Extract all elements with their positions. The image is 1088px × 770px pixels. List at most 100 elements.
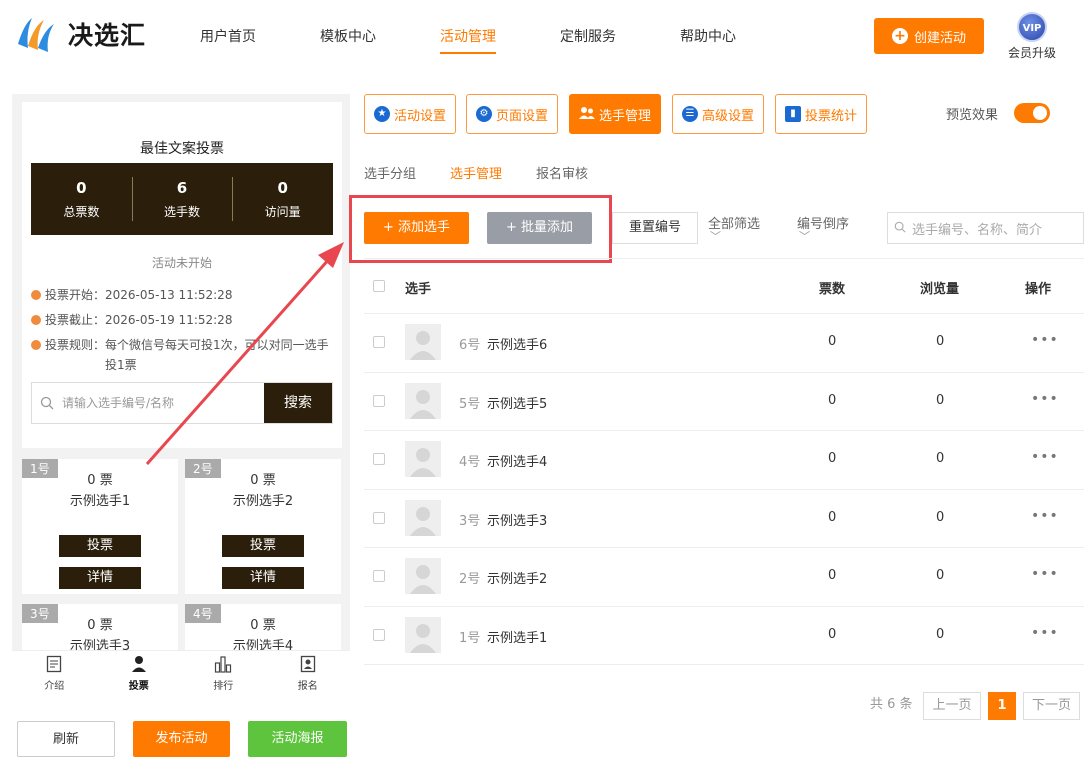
preview-toggle-switch[interactable] [1014,103,1050,123]
vip-upgrade[interactable]: VIP 会员升级 [1006,12,1058,61]
nav-home[interactable]: 用户首页 [200,26,256,54]
vote-count: 0 [828,334,837,349]
card-number: 1号 [22,459,58,478]
stat-value: 6 [176,179,188,197]
view-count: 0 [936,451,945,466]
more-actions-icon[interactable]: ••• [1031,508,1059,524]
more-actions-icon[interactable]: ••• [1031,566,1059,582]
row-checkbox[interactable] [373,570,385,582]
main-nav: 用户首页 模板中心 活动管理 定制服务 帮助中心 [200,26,800,54]
nav-templates[interactable]: 模板中心 [320,26,376,54]
filter-dropdown[interactable]: 全部筛选 ﹀ [708,213,760,242]
vote-count: 0 [828,392,837,408]
top-header: 决选汇 用户首页 模板中心 活动管理 定制服务 帮助中心 + 创建活动 VIP … [0,0,1088,72]
advanced-settings-button[interactable]: ☰ 高级设置 [672,94,764,134]
more-actions-icon[interactable]: ••• [1031,625,1059,641]
next-page-button[interactable]: 下一页 [1023,692,1080,720]
search-placeholder: 选手编号、名称、简介 [912,222,1043,238]
contestant-no: 2号 [459,572,481,587]
tab-signup[interactable]: 报名 [266,651,351,698]
stat-label: 访问量 [264,205,301,219]
select-all-checkbox[interactable] [373,280,385,292]
subtab-contestants[interactable]: 选手管理 [450,163,502,182]
more-actions-icon[interactable]: ••• [1031,332,1059,348]
contestant-name[interactable]: 示例选手6 [487,334,547,353]
tab-label: 投票 [128,681,149,692]
view-count: 0 [936,509,945,525]
preview-search-input[interactable]: 请输入选手编号/名称 [62,383,264,423]
poster-button[interactable]: 活动海报 [248,721,347,757]
nav-activity-manage[interactable]: 活动管理 [440,26,496,54]
stat-label: 选手数 [164,205,201,219]
vote-count: 0 [828,626,837,642]
logo-text: 决选汇 [68,21,147,50]
detail-button[interactable]: 详情 [222,567,304,589]
tab-ranking[interactable]: 排行 [181,651,266,698]
vote-stats-button[interactable]: ▮ 投票统计 [775,94,867,134]
card-name: 示例选手1 [69,494,131,509]
batch-add-button[interactable]: + 批量添加 [487,212,592,244]
preview-title: 最佳文案投票 [140,141,224,157]
contestant-card[interactable]: 2号 0 票 示例选手2 投票 详情 [185,459,341,594]
prev-page-button[interactable]: 上一页 [923,692,981,720]
chevron-down-icon: ﹀ [710,230,721,243]
more-actions-icon[interactable]: ••• [1031,449,1059,465]
nav-custom-service[interactable]: 定制服务 [560,26,616,54]
contestant-name[interactable]: 示例选手2 [487,568,547,587]
row-checkbox[interactable] [373,628,385,641]
star-icon: ★ [373,106,390,122]
avatar [405,499,441,536]
contestant-search-input[interactable]: 选手编号、名称、简介 [887,212,1084,244]
contestant-card[interactable]: 3号 0 票 示例选手3 [22,604,178,654]
contestant-card[interactable]: 1号 0 票 示例选手1 投票 详情 [22,459,178,594]
row-checkbox[interactable] [373,336,385,348]
pagination-total: 共 6 条 [870,697,913,712]
toolbar-label: 页面设置 [495,108,548,124]
start-time: 投票开始：2026-05-13 11:52:28 [45,288,233,302]
contestant-name[interactable]: 示例选手1 [487,627,547,646]
add-contestant-label: 添加选手 [398,220,451,235]
contestant-name[interactable]: 示例选手4 [487,451,547,470]
contestant-card[interactable]: 4号 0 票 示例选手4 [185,604,341,654]
logo-icon [14,14,58,54]
stat-contestants: 6 选手数 [131,163,233,235]
rule-line-2: 投1票 [105,358,137,372]
tab-vote[interactable]: 投票 [97,651,182,698]
badge-icon [266,655,351,675]
subtab-signup-review[interactable]: 报名审核 [536,163,588,182]
vote-button[interactable]: 投票 [222,535,304,557]
col-views: 浏览量 [920,282,960,297]
tab-intro[interactable]: 介绍 [12,651,97,698]
end-time-row: 投票截止：2026-05-19 11:52:28 [31,310,232,330]
contestant-name[interactable]: 示例选手3 [487,510,547,529]
toolbar-label: 投票统计 [804,108,857,124]
activity-status: 活动未开始 [151,256,212,270]
logo[interactable]: 决选汇 [14,14,146,54]
sort-dropdown[interactable]: 编号倒序 ﹀ [797,213,849,242]
refresh-button[interactable]: 刷新 [17,721,115,757]
mobile-preview: 最佳文案投票 0 总票数 6 选手数 0 访问量 活动未开始 投票开始：2026… [12,94,350,698]
contestant-name[interactable]: 示例选手5 [487,393,547,412]
detail-button[interactable]: 详情 [59,567,141,589]
vote-button[interactable]: 投票 [59,535,141,557]
page-settings-button[interactable]: ⚙ 页面设置 [466,94,558,134]
create-activity-button[interactable]: + 创建活动 [874,18,984,54]
row-checkbox[interactable] [373,394,385,407]
rule-row: 投票规则：每个微信号每天可投1次，可以对同一选手 投1票 [31,335,333,375]
row-checkbox[interactable] [373,511,385,524]
subtab-groups[interactable]: 选手分组 [364,163,416,182]
avatar [405,558,441,594]
bar-chart-icon [181,655,266,675]
toolbar-label: 选手管理 [598,108,651,124]
publish-button[interactable]: 发布活动 [133,721,230,757]
add-contestant-button[interactable]: + 添加选手 [364,212,469,244]
nav-help[interactable]: 帮助中心 [680,26,736,54]
contestant-manage-button[interactable]: 选手管理 [569,94,661,134]
activity-settings-button[interactable]: ★ 活动设置 [364,94,456,134]
row-checkbox[interactable] [373,453,385,465]
page-1-button[interactable]: 1 [988,692,1016,720]
more-actions-icon[interactable]: ••• [1031,391,1059,407]
avatar [405,382,441,419]
preview-search-button[interactable]: 搜索 [264,383,332,423]
reset-number-button[interactable]: 重置编号 [612,212,698,244]
